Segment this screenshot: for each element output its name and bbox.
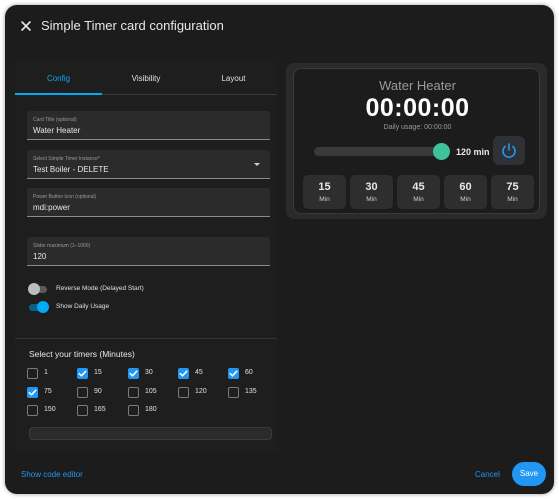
timer-checkbox-150[interactable]: 150 — [27, 405, 72, 417]
timer-checkbox-180[interactable]: 180 — [128, 405, 173, 417]
preset-button-45[interactable]: 45 Min — [397, 175, 440, 209]
power-icon-value: mdi:power — [33, 203, 70, 212]
switch-knob — [37, 301, 49, 313]
duration-slider[interactable] — [314, 147, 444, 156]
empty-bar — [29, 427, 272, 440]
timer-checkbox-label: 1 — [44, 369, 48, 376]
close-icon[interactable] — [17, 17, 35, 35]
checkbox-checked-icon — [77, 368, 88, 379]
section-divider — [15, 338, 277, 339]
dialog-header: Simple Timer card configuration — [5, 5, 554, 49]
slider-thumb[interactable] — [433, 143, 450, 160]
preset-button-30[interactable]: 30 Min — [350, 175, 393, 209]
power-button[interactable] — [493, 136, 525, 165]
preset-value: 60 — [459, 181, 472, 193]
timer-checkbox-60[interactable]: 60 — [228, 368, 273, 380]
timer-checkbox-30[interactable]: 30 — [128, 368, 173, 380]
timer-checkbox-label: 90 — [94, 388, 102, 395]
checkbox-checked-icon — [27, 387, 38, 398]
timer-checkbox-90[interactable]: 90 — [77, 387, 122, 399]
checkbox-checked-icon — [228, 368, 239, 379]
tab-layout[interactable]: Layout — [190, 62, 277, 95]
timer-checkbox-165[interactable]: 165 — [77, 405, 122, 417]
slider-max-label: Slider maximum (1–1000) — [33, 243, 91, 249]
timer-checkbox-1[interactable]: 1 — [27, 368, 72, 380]
timer-checkbox-label: 165 — [94, 406, 106, 413]
checkbox-empty-icon — [77, 387, 88, 398]
timers-section-title: Select your timers (Minutes) — [29, 349, 135, 359]
instance-value: Test Boiler - DELETE — [33, 165, 109, 174]
checkbox-empty-icon — [27, 368, 38, 379]
checkbox-empty-icon — [178, 387, 189, 398]
timer-checkbox-label: 30 — [145, 369, 153, 376]
daily-usage-text: Daily usage: 00:00:00 — [383, 124, 452, 131]
timer-checkbox-label: 60 — [245, 369, 253, 376]
preset-button-75[interactable]: 75 Min — [491, 175, 534, 209]
config-editor: Config Visibility Layout Card Title (opt… — [15, 62, 277, 452]
power-icon-field[interactable]: Power Button Icon (optional) mdi:power — [27, 188, 270, 217]
cancel-button[interactable]: Cancel — [475, 470, 500, 479]
daily-usage-label: Show Daily Usage — [56, 303, 110, 310]
config-dialog: Simple Timer card configuration Config V… — [5, 5, 554, 494]
chevron-down-icon — [254, 163, 260, 166]
preset-button-60[interactable]: 60 Min — [444, 175, 487, 209]
timer-checkbox-15[interactable]: 15 — [77, 368, 122, 380]
timer-checkbox-label: 45 — [195, 369, 203, 376]
timer-checkbox-label: 120 — [195, 388, 207, 395]
checkbox-empty-icon — [128, 387, 139, 398]
tab-config[interactable]: Config — [15, 62, 102, 95]
preset-unit: Min — [413, 196, 424, 203]
timer-checkbox-label: 75 — [44, 388, 52, 395]
timer-checkbox-135[interactable]: 135 — [228, 387, 273, 399]
instance-select[interactable]: Select Simple Timer Instance* Test Boile… — [27, 150, 270, 179]
preset-unit: Min — [507, 196, 518, 203]
preset-value: 45 — [412, 181, 425, 193]
timer-checkbox-75[interactable]: 75 — [27, 387, 72, 399]
checkbox-empty-icon — [128, 405, 139, 416]
card-title-field[interactable]: Card Title (optional) Water Heater — [27, 111, 270, 140]
timer-display: 00:00:00 — [365, 94, 470, 122]
preset-unit: Min — [319, 196, 330, 203]
card-title-label: Card Title (optional) — [33, 117, 77, 123]
save-button[interactable]: Save — [512, 462, 546, 486]
power-icon — [502, 143, 516, 158]
slider-value: 120 min — [456, 147, 490, 157]
timer-checkbox-label: 135 — [245, 388, 257, 395]
preset-value: 15 — [318, 181, 331, 193]
checkbox-checked-icon — [128, 368, 139, 379]
switch-knob — [28, 283, 40, 295]
active-tab-indicator — [15, 93, 102, 95]
slider-max-value: 120 — [33, 252, 47, 261]
dialog-title: Simple Timer card configuration — [41, 18, 224, 33]
preset-unit: Min — [460, 196, 471, 203]
power-icon-label: Power Button Icon (optional) — [33, 194, 97, 200]
daily-usage-switch[interactable]: Show Daily Usage — [29, 301, 229, 315]
timer-checkbox-120[interactable]: 120 — [178, 387, 223, 399]
instance-label: Select Simple Timer Instance* — [33, 156, 100, 162]
reverse-mode-label: Reverse Mode (Delayed Start) — [56, 285, 144, 292]
preset-button-15[interactable]: 15 Min — [303, 175, 346, 209]
card-title: Water Heater — [379, 78, 456, 93]
preview-panel: Water Heater 00:00:00 Daily usage: 00:00… — [286, 63, 547, 219]
checkbox-checked-icon — [178, 368, 189, 379]
timer-checkbox-label: 105 — [145, 388, 157, 395]
timer-checkbox-label: 150 — [44, 406, 56, 413]
preset-value: 30 — [365, 181, 378, 193]
reverse-mode-switch[interactable]: Reverse Mode (Delayed Start) — [28, 283, 229, 297]
tab-visibility[interactable]: Visibility — [102, 62, 190, 95]
timer-card: Water Heater 00:00:00 Daily usage: 00:00… — [293, 68, 540, 214]
tab-bar: Config Visibility Layout — [15, 62, 277, 95]
show-code-editor-link[interactable]: Show code editor — [21, 470, 83, 479]
timer-checkbox-label: 180 — [145, 406, 157, 413]
checkbox-empty-icon — [77, 405, 88, 416]
checkbox-empty-icon — [228, 387, 239, 398]
card-title-value: Water Heater — [33, 126, 81, 135]
timer-checkbox-105[interactable]: 105 — [128, 387, 173, 399]
timer-checkbox-label: 15 — [94, 369, 102, 376]
timer-checkbox-45[interactable]: 45 — [178, 368, 223, 380]
preset-unit: Min — [366, 196, 377, 203]
slider-max-field[interactable]: Slider maximum (1–1000) 120 — [27, 237, 270, 266]
preset-value: 75 — [506, 181, 519, 193]
checkbox-empty-icon — [27, 405, 38, 416]
